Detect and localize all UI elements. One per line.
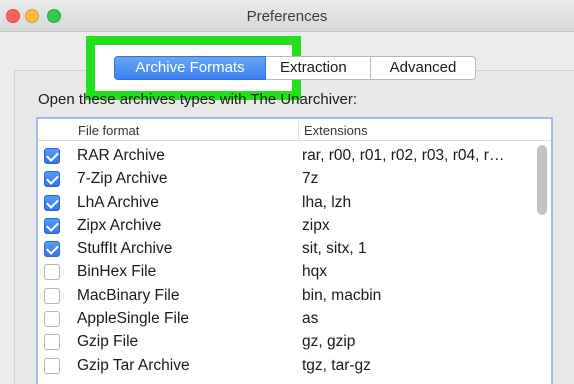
format-name: MacBinary File	[77, 286, 180, 304]
format-name: Gzip Tar Archive	[77, 356, 190, 374]
table-row[interactable]: StuffIt Archive sit, sitx, 1	[38, 238, 538, 261]
format-checkbox[interactable]	[44, 171, 60, 188]
format-checkbox[interactable]	[44, 194, 60, 211]
window-title: Preferences	[246, 8, 328, 25]
format-extensions: as	[302, 310, 319, 328]
format-name: 7-Zip Archive	[77, 170, 168, 188]
table-body: RAR Archive rar, r00, r01, r02, r03, r04,…	[38, 145, 538, 378]
table-row[interactable]: Zipx Archive zipx	[38, 215, 538, 238]
format-checkbox[interactable]	[44, 287, 60, 304]
table-row[interactable]: MacBinary File bin, macbin	[38, 285, 538, 308]
format-name: Gzip File	[77, 333, 139, 351]
table-row[interactable]: Gzip Tar Archive tgz, tar-gz	[38, 355, 538, 378]
table-header: File format Extensions	[38, 119, 551, 141]
format-name: StuffIt Archive	[77, 240, 173, 258]
format-extensions: hqx	[302, 263, 327, 281]
formats-table[interactable]: File format Extensions RAR Archive rar, r…	[36, 117, 553, 384]
format-checkbox[interactable]	[44, 334, 60, 351]
vertical-scrollbar[interactable]	[537, 145, 547, 215]
format-name: Zipx Archive	[77, 216, 162, 234]
table-row[interactable]: LhA Archive lha, lzh	[38, 192, 538, 215]
column-divider	[298, 121, 299, 139]
tab-extraction[interactable]: Extraction	[266, 56, 371, 80]
format-extensions: lha, lzh	[302, 193, 352, 211]
format-extensions: tgz, tar-gz	[302, 356, 371, 374]
format-checkbox[interactable]	[44, 357, 60, 374]
format-checkbox[interactable]	[44, 264, 60, 281]
table-row[interactable]: BinHex File hqx	[38, 261, 538, 284]
format-checkbox[interactable]	[44, 311, 60, 328]
format-checkbox[interactable]	[44, 148, 60, 164]
tab-bar: Archive Formats Extraction Advanced	[114, 56, 476, 80]
tab-archive-formats[interactable]: Archive Formats	[114, 56, 266, 80]
format-extensions: rar, r00, r01, r02, r03, r04, r…	[302, 147, 505, 164]
column-header-extensions[interactable]: Extensions	[304, 123, 368, 138]
column-header-format[interactable]: File format	[78, 123, 139, 138]
title-bar: Preferences	[0, 0, 574, 32]
table-row[interactable]: RAR Archive rar, r00, r01, r02, r03, r04,…	[38, 145, 538, 168]
format-extensions: bin, macbin	[302, 286, 382, 304]
format-name: RAR Archive	[77, 147, 165, 164]
format-checkbox[interactable]	[44, 241, 60, 258]
table-row[interactable]: AppleSingle File as	[38, 308, 538, 331]
format-extensions: 7z	[302, 170, 319, 188]
format-name: LhA Archive	[77, 193, 159, 211]
format-name: BinHex File	[77, 263, 157, 281]
format-checkbox[interactable]	[44, 217, 60, 234]
format-extensions: zipx	[302, 216, 330, 234]
table-row[interactable]: Gzip File gz, gzip	[38, 331, 538, 354]
format-name: AppleSingle File	[77, 310, 190, 328]
table-row[interactable]: 7-Zip Archive 7z	[38, 168, 538, 191]
format-extensions: sit, sitx, 1	[302, 240, 367, 258]
instructions-label: Open these archives types with The Unarc…	[38, 91, 358, 108]
tab-advanced[interactable]: Advanced	[371, 56, 476, 80]
format-extensions: gz, gzip	[302, 333, 356, 351]
